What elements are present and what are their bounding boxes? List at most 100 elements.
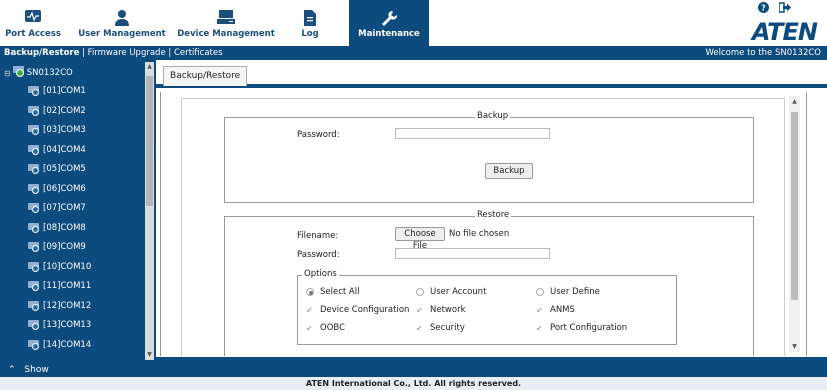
- subnav-certificates[interactable]: Certificates: [174, 48, 223, 58]
- sidebar-port-label: [09]COM9: [43, 242, 86, 252]
- scroll-up-icon[interactable]: ▲: [789, 98, 800, 105]
- restore-fieldset: Restore Filename: Choose File No file ch…: [224, 210, 754, 356]
- tab-backup-restore[interactable]: Backup/Restore: [163, 66, 247, 86]
- checkmark-icon[interactable]: ✔: [306, 324, 314, 333]
- sidebar-port-item[interactable]: [12]COM12: [28, 300, 92, 311]
- checkmark-icon[interactable]: ✔: [416, 306, 424, 315]
- welcome-text: Welcome to the SN0132CO: [705, 48, 821, 58]
- backup-fieldset: Backup Password: Backup: [224, 111, 754, 203]
- check-device-configuration-label: Device Configuration: [320, 305, 410, 315]
- radio-user-define-control[interactable]: [536, 288, 544, 296]
- check-anms[interactable]: ✔ ANMS: [536, 305, 575, 315]
- sidebar-port-item[interactable]: [09]COM9: [28, 242, 86, 252]
- port-offline-icon: [28, 320, 40, 330]
- choose-file-button[interactable]: Choose File: [395, 227, 445, 251]
- checkmark-icon[interactable]: ✔: [536, 306, 544, 315]
- subnav-backup-restore[interactable]: Backup/Restore: [4, 48, 79, 58]
- sidebar-port-label: [08]COM8: [43, 222, 86, 233]
- sidebar-resize-handle[interactable]: ⋮: [153, 148, 161, 162]
- nav-user-management[interactable]: User Management: [74, 0, 170, 46]
- form-container: Backup Password: Backup Restore Filename…: [181, 98, 785, 356]
- nav-device-management-label: Device Management: [177, 29, 275, 39]
- checkmark-icon[interactable]: ✔: [416, 324, 424, 333]
- tree-root-label: SN0132CO: [26, 68, 73, 78]
- sidebar-port-item[interactable]: [13]COM13: [28, 320, 91, 330]
- sidebar-port-item[interactable]: [06]COM6: [28, 183, 86, 194]
- sidebar-port-item[interactable]: [08]COM8: [28, 222, 86, 233]
- check-port-configuration-label: Port Configuration: [550, 323, 628, 333]
- port-offline-icon: [28, 125, 40, 135]
- scroll-up-icon[interactable]: ▲: [145, 62, 154, 72]
- options-fieldset: Options Select All User Account User Def…: [297, 269, 677, 345]
- sidebar-port-item[interactable]: [07]COM7: [28, 203, 86, 213]
- subnav-separator: |: [168, 48, 172, 58]
- sidebar-port-label: [10]COM10: [43, 261, 92, 272]
- port-offline-icon: [28, 183, 40, 194]
- check-device-configuration[interactable]: ✔ Device Configuration: [306, 305, 409, 315]
- help-icon[interactable]: ?: [758, 2, 769, 16]
- nav-maintenance[interactable]: Maintenance: [349, 0, 429, 46]
- nav-user-management-label: User Management: [78, 29, 166, 39]
- restore-password-label: Password:: [297, 250, 340, 260]
- check-anms-label: ANMS: [550, 305, 575, 315]
- nav-log-label: Log: [301, 29, 319, 39]
- nav-maintenance-label: Maintenance: [358, 29, 420, 39]
- subnav-firmware-upgrade[interactable]: Firmware Upgrade: [88, 48, 166, 58]
- radio-user-define[interactable]: User Define: [536, 287, 600, 297]
- sidebar-port-label: [04]COM4: [43, 144, 86, 155]
- tab-strip: Backup/Restore: [156, 60, 827, 88]
- top-navigation: Port Access User Management Device Manag…: [0, 0, 827, 46]
- restore-password-input[interactable]: [395, 248, 550, 259]
- check-network[interactable]: ✔ Network: [416, 305, 466, 315]
- sidebar-port-item[interactable]: [11]COM11: [28, 281, 91, 291]
- sidebar-port-item[interactable]: [03]COM3: [28, 125, 86, 135]
- sidebar-port-item[interactable]: [10]COM10: [28, 261, 92, 272]
- check-oobc-label: OOBC: [320, 323, 345, 333]
- sidebar-port-label: [06]COM6: [43, 183, 86, 194]
- tree-root-device[interactable]: ⊟ SN0132CO: [4, 66, 73, 80]
- check-security[interactable]: ✔ Security: [416, 323, 465, 333]
- radio-select-all[interactable]: Select All: [306, 287, 359, 297]
- checkmark-icon[interactable]: ✔: [306, 306, 314, 315]
- check-port-configuration[interactable]: ✔ Port Configuration: [536, 323, 627, 333]
- sidebar-port-item[interactable]: [02]COM2: [28, 105, 86, 116]
- backup-password-input[interactable]: [395, 128, 550, 139]
- content-scroll-thumb[interactable]: [791, 112, 798, 300]
- backup-legend: Backup: [475, 111, 511, 121]
- sidebar-port-item[interactable]: [14]COM14: [28, 339, 91, 350]
- nav-log[interactable]: Log: [290, 0, 330, 46]
- sidebar-port-label: [03]COM3: [43, 125, 86, 135]
- nav-device-management[interactable]: Device Management: [176, 0, 276, 46]
- scroll-down-icon[interactable]: ▼: [789, 343, 800, 350]
- check-security-label: Security: [430, 323, 465, 333]
- sidebar-port-item[interactable]: [04]COM4: [28, 144, 86, 155]
- device-online-icon: [12, 66, 25, 80]
- sidebar-port-label: [05]COM5: [43, 164, 86, 174]
- scroll-down-icon[interactable]: ▼: [145, 350, 154, 360]
- collapse-icon[interactable]: ⊟: [4, 69, 11, 78]
- sidebar-port-item[interactable]: [01]COM1: [28, 86, 86, 96]
- radio-select-all-label: Select All: [320, 287, 360, 297]
- radio-user-account-control[interactable]: [416, 288, 424, 296]
- nav-port-access-label: Port Access: [5, 29, 61, 39]
- radio-select-all-control[interactable]: [306, 288, 314, 296]
- check-oobc[interactable]: ✔ OOBC: [306, 323, 345, 333]
- port-offline-icon: [28, 261, 40, 272]
- sidebar-port-label: [07]COM7: [43, 203, 86, 213]
- sidebar-port-item[interactable]: [05]COM5: [28, 164, 86, 174]
- show-toggle[interactable]: ⌃ Show: [0, 364, 156, 377]
- radio-user-account-label: User Account: [430, 287, 487, 297]
- port-offline-icon: [28, 222, 40, 233]
- nav-port-access[interactable]: Port Access: [0, 0, 66, 46]
- port-offline-icon: [28, 281, 40, 291]
- top-icons: ?: [758, 2, 791, 16]
- no-file-chosen-text: No file chosen: [449, 229, 510, 239]
- logout-icon[interactable]: [778, 2, 791, 16]
- backup-button[interactable]: Backup: [485, 163, 533, 179]
- sidebar-scroll-thumb[interactable]: [146, 76, 153, 206]
- sidebar-scrollbar[interactable]: ▲ ▼: [145, 62, 154, 360]
- sidebar-port-label: [12]COM12: [43, 300, 92, 311]
- radio-user-account[interactable]: User Account: [416, 287, 486, 297]
- content-scrollbar[interactable]: ▲ ▼: [789, 96, 800, 352]
- checkmark-icon[interactable]: ✔: [536, 324, 544, 333]
